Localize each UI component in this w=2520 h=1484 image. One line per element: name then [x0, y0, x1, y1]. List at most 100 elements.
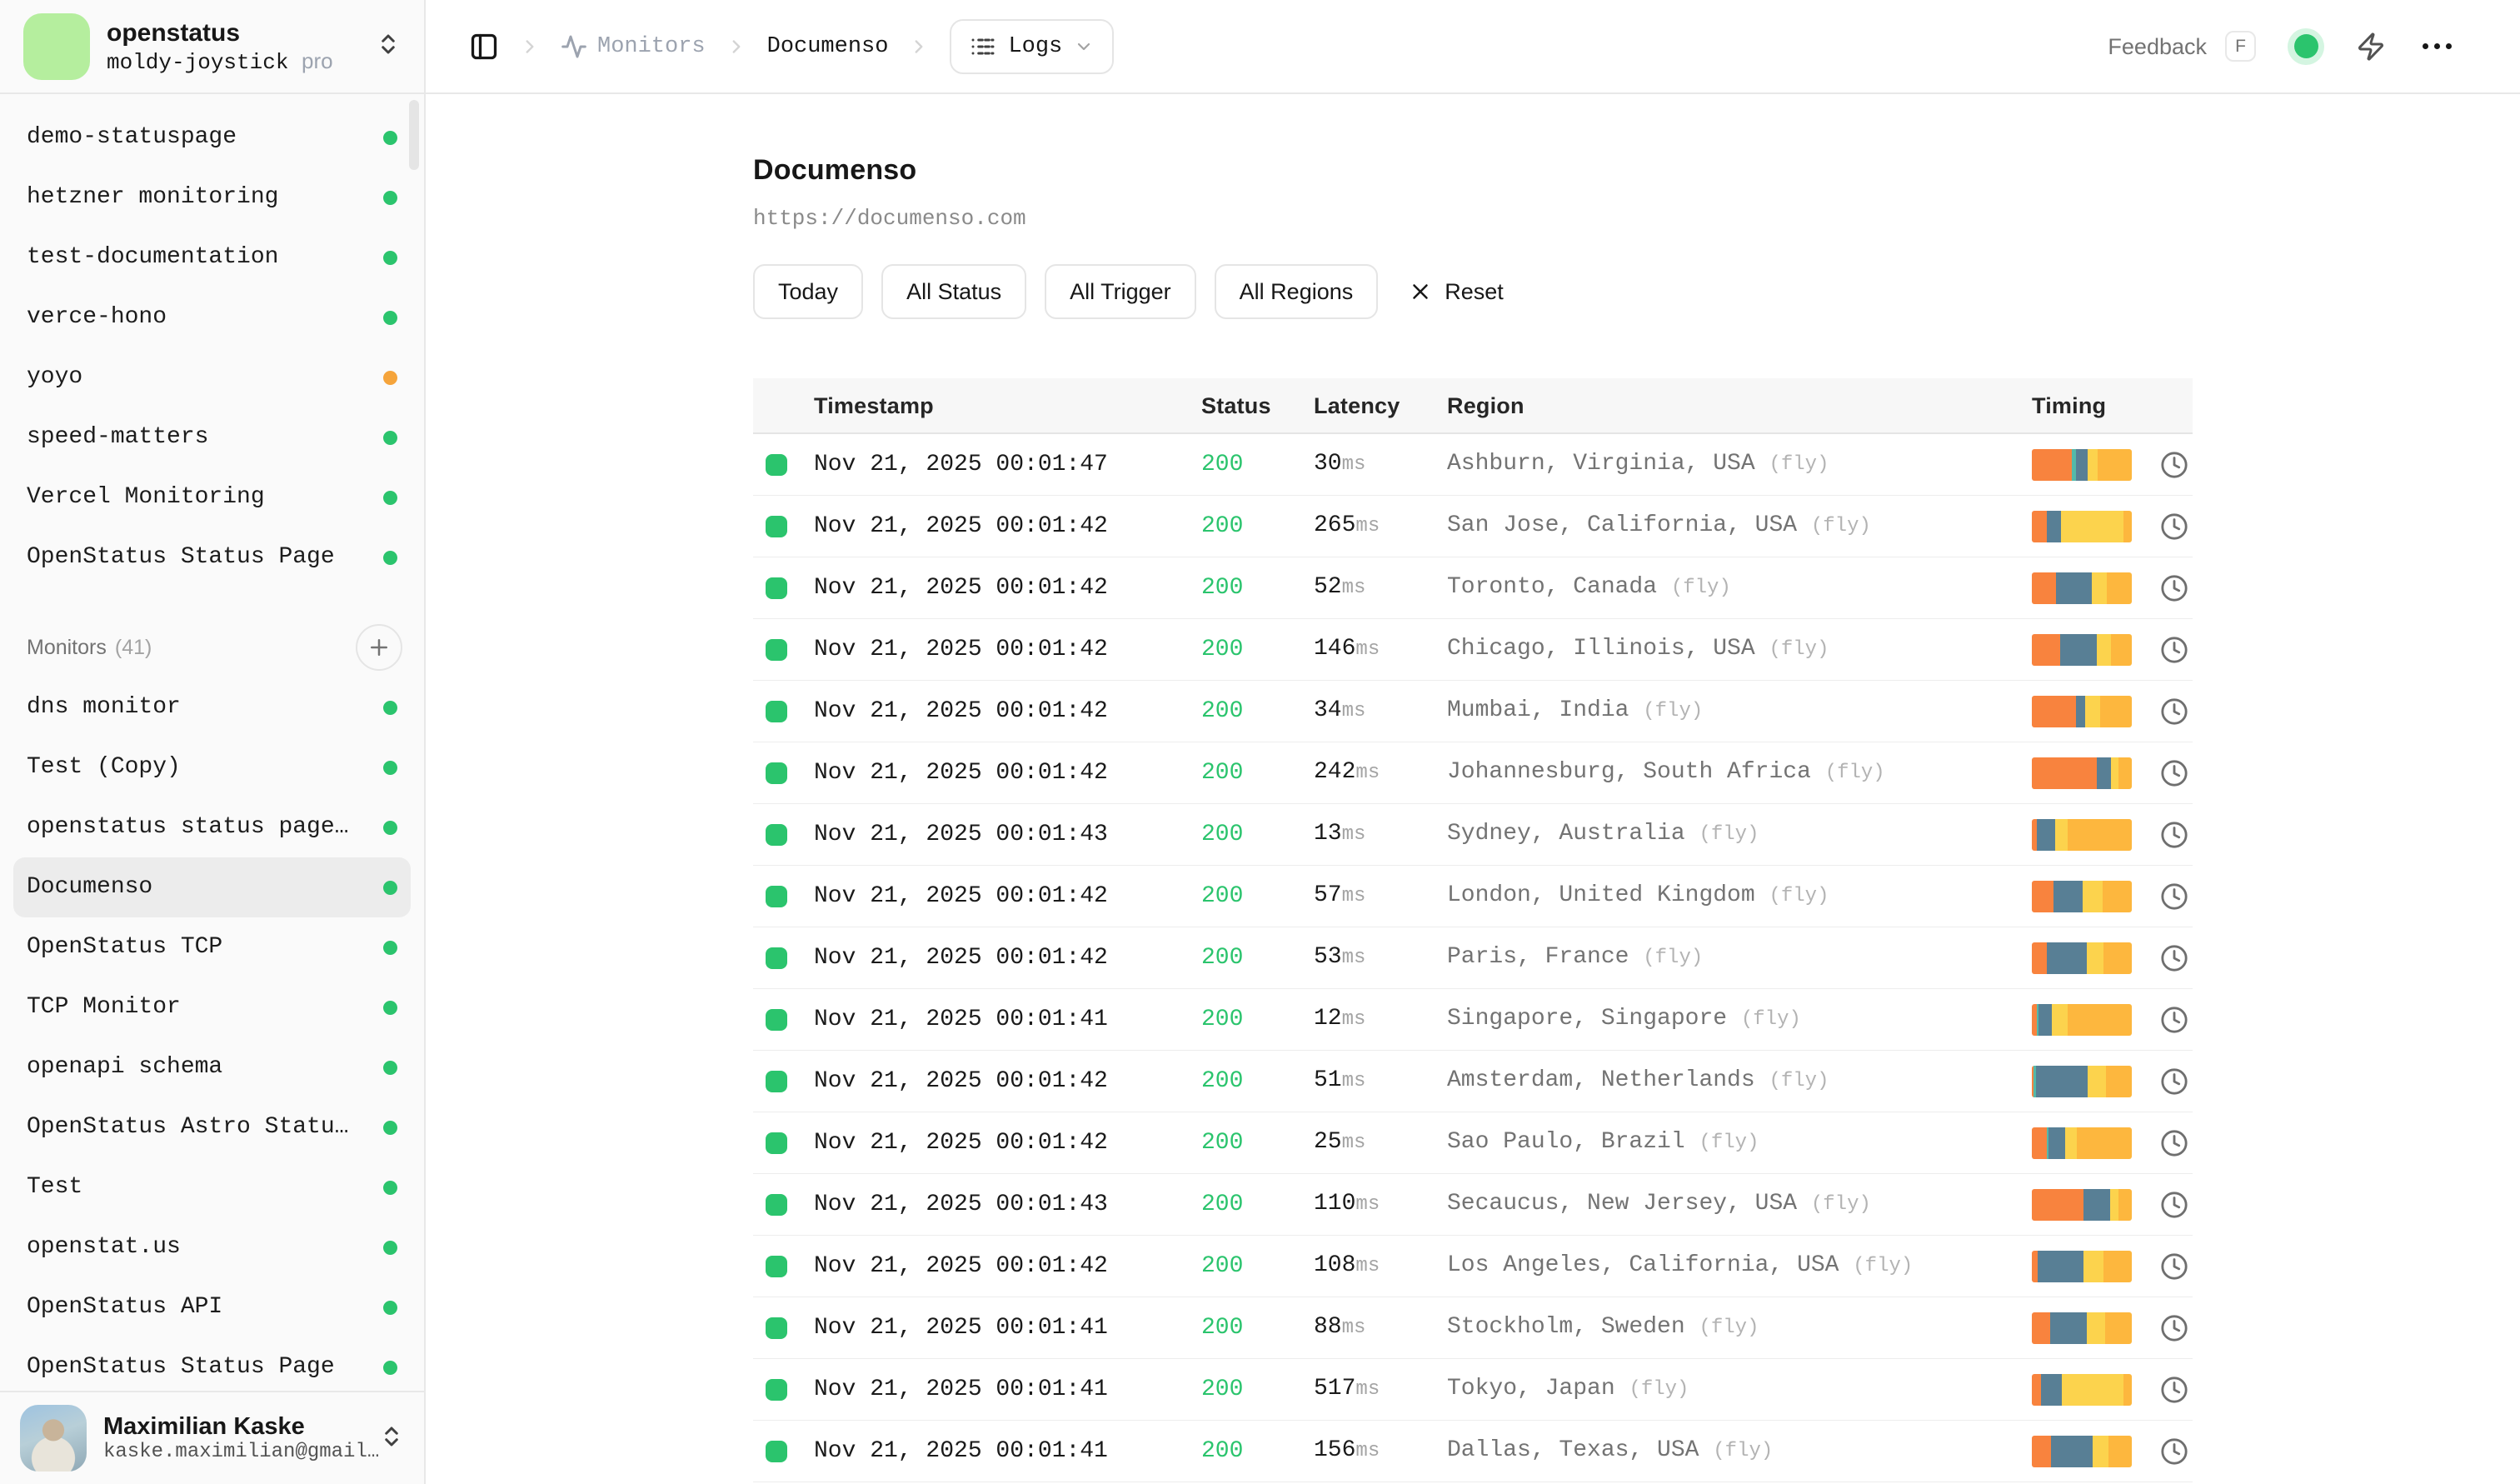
log-row[interactable]: Nov 21, 2025 00:01:41200156msDallas, Tex… — [753, 1421, 2193, 1482]
sidebar-item-status-page[interactable]: yoyo — [13, 347, 411, 407]
timing-bar[interactable] — [2032, 1066, 2132, 1097]
content: Documenso https://documenso.com Today All… — [426, 94, 2520, 1484]
timestamp-cell: Nov 21, 2025 00:01:41 — [814, 1314, 1201, 1342]
sidebar-item-monitor[interactable]: TCP Monitor — [13, 977, 411, 1037]
timing-bar[interactable] — [2032, 1374, 2132, 1406]
add-monitor-button[interactable] — [356, 624, 402, 671]
sidebar-item-monitor[interactable]: OpenStatus Status Page — [13, 1337, 411, 1391]
status-dot — [383, 821, 397, 835]
timing-bar[interactable] — [2032, 696, 2132, 727]
sidebar-item-monitor[interactable]: OpenStatus API — [13, 1277, 411, 1337]
timing-bar[interactable] — [2032, 634, 2132, 666]
sidebar-item-label: verce-hono — [27, 304, 167, 331]
sidebar-item-label: yoyo — [27, 364, 82, 391]
log-row[interactable]: Nov 21, 2025 00:01:4220051msAmsterdam, N… — [753, 1051, 2193, 1112]
chevron-right-icon — [519, 36, 541, 57]
sidebar-item-status-page[interactable]: verce-hono — [13, 287, 411, 347]
log-row[interactable]: Nov 21, 2025 00:01:4720030msAshburn, Vir… — [753, 434, 2193, 496]
sidebar-item-status-page[interactable]: speed-matters — [13, 407, 411, 467]
filter-trigger-button[interactable]: All Trigger — [1045, 264, 1196, 319]
timing-bar[interactable] — [2032, 1436, 2132, 1467]
log-row[interactable]: Nov 21, 2025 00:01:42200146msChicago, Il… — [753, 619, 2193, 681]
timing-bar[interactable] — [2032, 757, 2132, 789]
timing-bar[interactable] — [2032, 1004, 2132, 1036]
user-menu[interactable]: Maximilian Kaske kaske.maximilian@gmail… — [0, 1391, 424, 1484]
filter-date-button[interactable]: Today — [753, 264, 863, 319]
latency-cell: 242ms — [1314, 758, 1447, 787]
success-indicator — [766, 1071, 787, 1092]
clock-icon — [2160, 1314, 2188, 1342]
reset-filters-button[interactable]: Reset — [1408, 278, 1504, 305]
timing-bar[interactable] — [2032, 511, 2132, 542]
org-switcher[interactable]: openstatus moldy-joystick pro — [0, 0, 424, 94]
sidebar-item-label: hetzner monitoring — [27, 184, 278, 211]
log-row[interactable]: Nov 21, 2025 00:01:4220034msMumbai, Indi… — [753, 681, 2193, 742]
filter-status-button[interactable]: All Status — [881, 264, 1026, 319]
timestamp-cell: Nov 21, 2025 00:01:42 — [814, 882, 1201, 911]
status-dot — [383, 491, 397, 505]
clock-icon — [2160, 512, 2188, 541]
success-indicator — [766, 886, 787, 907]
timing-bar[interactable] — [2032, 1312, 2132, 1344]
success-indicator — [766, 1379, 787, 1401]
sidebar-toggle-button[interactable] — [469, 32, 499, 62]
sidebar-item-monitor[interactable]: openapi schema — [13, 1037, 411, 1097]
log-row[interactable]: Nov 21, 2025 00:01:4220052msToronto, Can… — [753, 557, 2193, 619]
sidebar-item-monitor[interactable]: OpenStatus Astro Statu… — [13, 1097, 411, 1157]
timestamp-cell: Nov 21, 2025 00:01:41 — [814, 1006, 1201, 1034]
region-cell: Sydney, Australia (fly) — [1447, 820, 2032, 849]
log-row[interactable]: Nov 21, 2025 00:01:41200517msTokyo, Japa… — [753, 1359, 2193, 1421]
breadcrumb-monitor-name[interactable]: Documenso — [767, 33, 889, 60]
log-row[interactable]: Nov 21, 2025 00:01:42200108msLos Angeles… — [753, 1236, 2193, 1297]
status-dot — [2294, 34, 2318, 58]
sidebar-item-monitor[interactable]: dns monitor — [13, 677, 411, 737]
view-label: Logs — [1008, 33, 1062, 60]
sidebar-item-status-page[interactable]: hetzner monitoring — [13, 167, 411, 227]
sidebar-item-monitor[interactable]: OpenStatus TCP — [13, 917, 411, 977]
log-row[interactable]: Nov 21, 2025 00:01:4220057msLondon, Unit… — [753, 866, 2193, 927]
timing-bar[interactable] — [2032, 1189, 2132, 1221]
sidebar-item-label: OpenStatus Status Page — [27, 544, 335, 571]
more-options-button[interactable] — [2418, 38, 2457, 54]
log-row[interactable]: Nov 21, 2025 00:01:4120012msSingapore, S… — [753, 989, 2193, 1051]
command-menu-button[interactable] — [2356, 32, 2386, 62]
status-code-cell: 200 — [1201, 821, 1314, 849]
system-status-indicator[interactable] — [2288, 28, 2324, 65]
sidebar-item-status-page[interactable]: test-documentation — [13, 227, 411, 287]
chevron-right-icon — [908, 36, 930, 57]
sidebar-item-status-page[interactable]: Vercel Monitoring — [13, 467, 411, 527]
log-row[interactable]: Nov 21, 2025 00:01:4320013msSydney, Aust… — [753, 804, 2193, 866]
breadcrumb-monitors[interactable]: Monitors — [561, 33, 706, 60]
timestamp-cell: Nov 21, 2025 00:01:43 — [814, 821, 1201, 849]
sidebar-item-monitor[interactable]: Documenso — [13, 857, 411, 917]
timing-bar[interactable] — [2032, 942, 2132, 974]
success-indicator — [766, 454, 787, 476]
monitor-url: https://documenso.com — [753, 206, 2193, 231]
sidebar-item-monitor[interactable]: openstat.us — [13, 1217, 411, 1277]
timing-bar[interactable] — [2032, 881, 2132, 912]
timing-bar[interactable] — [2032, 819, 2132, 851]
sidebar-item-monitor[interactable]: Test — [13, 1157, 411, 1217]
sidebar-item-status-page[interactable]: demo-statuspage — [13, 107, 411, 167]
sidebar-scrollbar-thumb[interactable] — [409, 100, 419, 170]
log-row[interactable]: Nov 21, 2025 00:01:42200242msJohannesbur… — [753, 742, 2193, 804]
feedback-button[interactable]: Feedback F — [2108, 31, 2256, 62]
sidebar-item-monitor[interactable]: openstatus status page… — [13, 797, 411, 857]
page-title: Documenso — [753, 152, 2193, 187]
log-row[interactable]: Nov 21, 2025 00:01:43200110msSecaucus, N… — [753, 1174, 2193, 1236]
view-selector-button[interactable]: Logs — [950, 19, 1114, 74]
filter-regions-button[interactable]: All Regions — [1215, 264, 1379, 319]
timing-bar[interactable] — [2032, 1127, 2132, 1159]
timing-bar[interactable] — [2032, 572, 2132, 604]
sidebar-item-monitor[interactable]: Test (Copy) — [13, 737, 411, 797]
log-row[interactable]: Nov 21, 2025 00:01:4220053msParis, Franc… — [753, 927, 2193, 989]
user-name: Maximilian Kaske — [103, 1413, 305, 1440]
topbar: Monitors Documenso Logs Feedback F — [426, 0, 2520, 94]
timing-bar[interactable] — [2032, 449, 2132, 481]
zap-icon — [2356, 32, 2386, 62]
log-row[interactable]: Nov 21, 2025 00:01:4220025msSao Paulo, B… — [753, 1112, 2193, 1174]
log-row[interactable]: Nov 21, 2025 00:01:4120088msStockholm, S… — [753, 1297, 2193, 1359]
sidebar-item-status-page[interactable]: OpenStatus Status Page — [13, 527, 411, 587]
log-row[interactable]: Nov 21, 2025 00:01:42200265msSan Jose, C… — [753, 496, 2193, 557]
timing-bar[interactable] — [2032, 1251, 2132, 1282]
